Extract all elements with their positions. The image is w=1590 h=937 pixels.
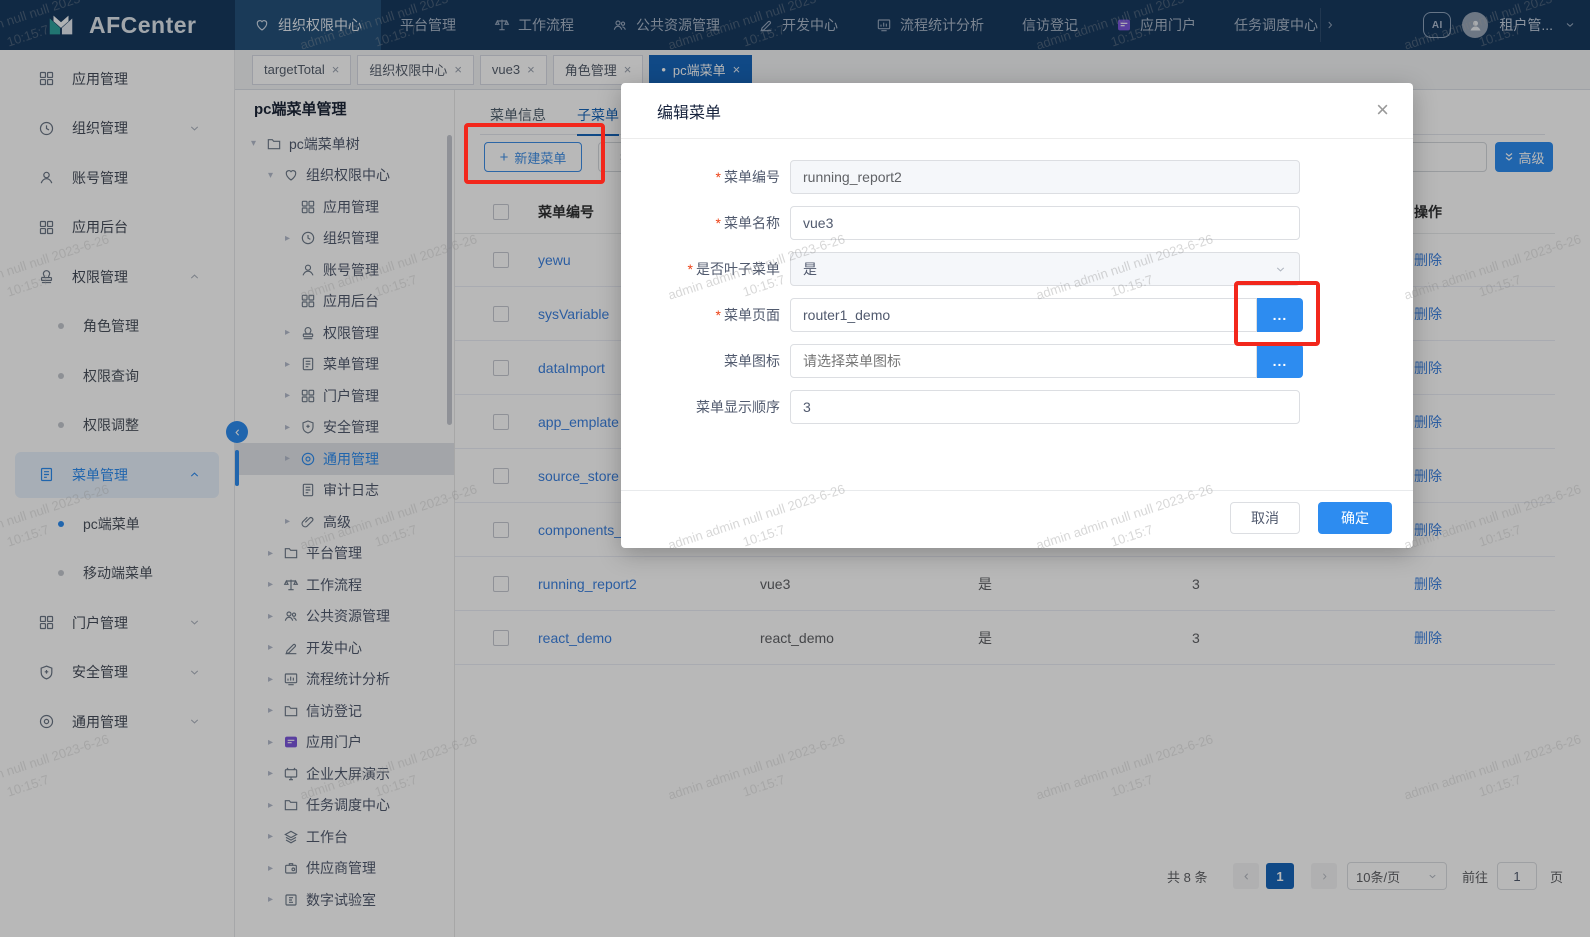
form-row: *是否叶子菜单 是 xyxy=(621,252,1413,286)
select-value: 是 xyxy=(803,259,817,279)
modal-footer: 取消 确定 xyxy=(621,490,1413,549)
field-label: *菜单编号 xyxy=(621,167,780,187)
form-row: *菜单编号 xyxy=(621,160,1413,194)
confirm-button[interactable]: 确定 xyxy=(1318,502,1392,534)
select-chevron-icon xyxy=(1274,263,1287,276)
menu-name-field[interactable] xyxy=(790,206,1300,240)
field-label: 菜单图标 xyxy=(621,351,780,371)
modal-header: 编辑菜单 xyxy=(621,83,1413,139)
required-asterisk: * xyxy=(688,261,693,277)
close-icon[interactable]: × xyxy=(1376,99,1389,121)
required-asterisk: * xyxy=(716,215,721,231)
leaf-menu-select[interactable]: 是 xyxy=(790,252,1300,286)
menu-order-field[interactable] xyxy=(790,390,1300,424)
field-label: *菜单页面 xyxy=(621,305,780,325)
required-asterisk: * xyxy=(716,169,721,185)
menu-code-field xyxy=(790,160,1300,194)
field-label: *菜单名称 xyxy=(621,213,780,233)
form-row: *菜单页面 ... xyxy=(621,298,1413,332)
required-asterisk: * xyxy=(716,307,721,323)
modal-title: 编辑菜单 xyxy=(657,99,721,123)
form-row: 菜单显示顺序 xyxy=(621,390,1413,424)
field-label: 菜单显示顺序 xyxy=(621,397,780,417)
app-root: AFCenter 组织权限中心 平台管理 工作流程 xyxy=(0,0,1590,937)
form-row: *菜单名称 xyxy=(621,206,1413,240)
edit-menu-modal: 编辑菜单 × *菜单编号 *菜单名称 *是否叶子菜单 是 *菜单页面 ... 菜… xyxy=(621,83,1413,548)
menu-page-more-button[interactable]: ... xyxy=(1257,298,1303,332)
menu-icon-field[interactable] xyxy=(790,344,1257,378)
menu-page-field[interactable] xyxy=(790,298,1257,332)
field-label: *是否叶子菜单 xyxy=(621,259,780,279)
menu-icon-more-button[interactable]: ... xyxy=(1257,344,1303,378)
cancel-button[interactable]: 取消 xyxy=(1230,502,1300,534)
form-row: 菜单图标 ... xyxy=(621,344,1413,378)
